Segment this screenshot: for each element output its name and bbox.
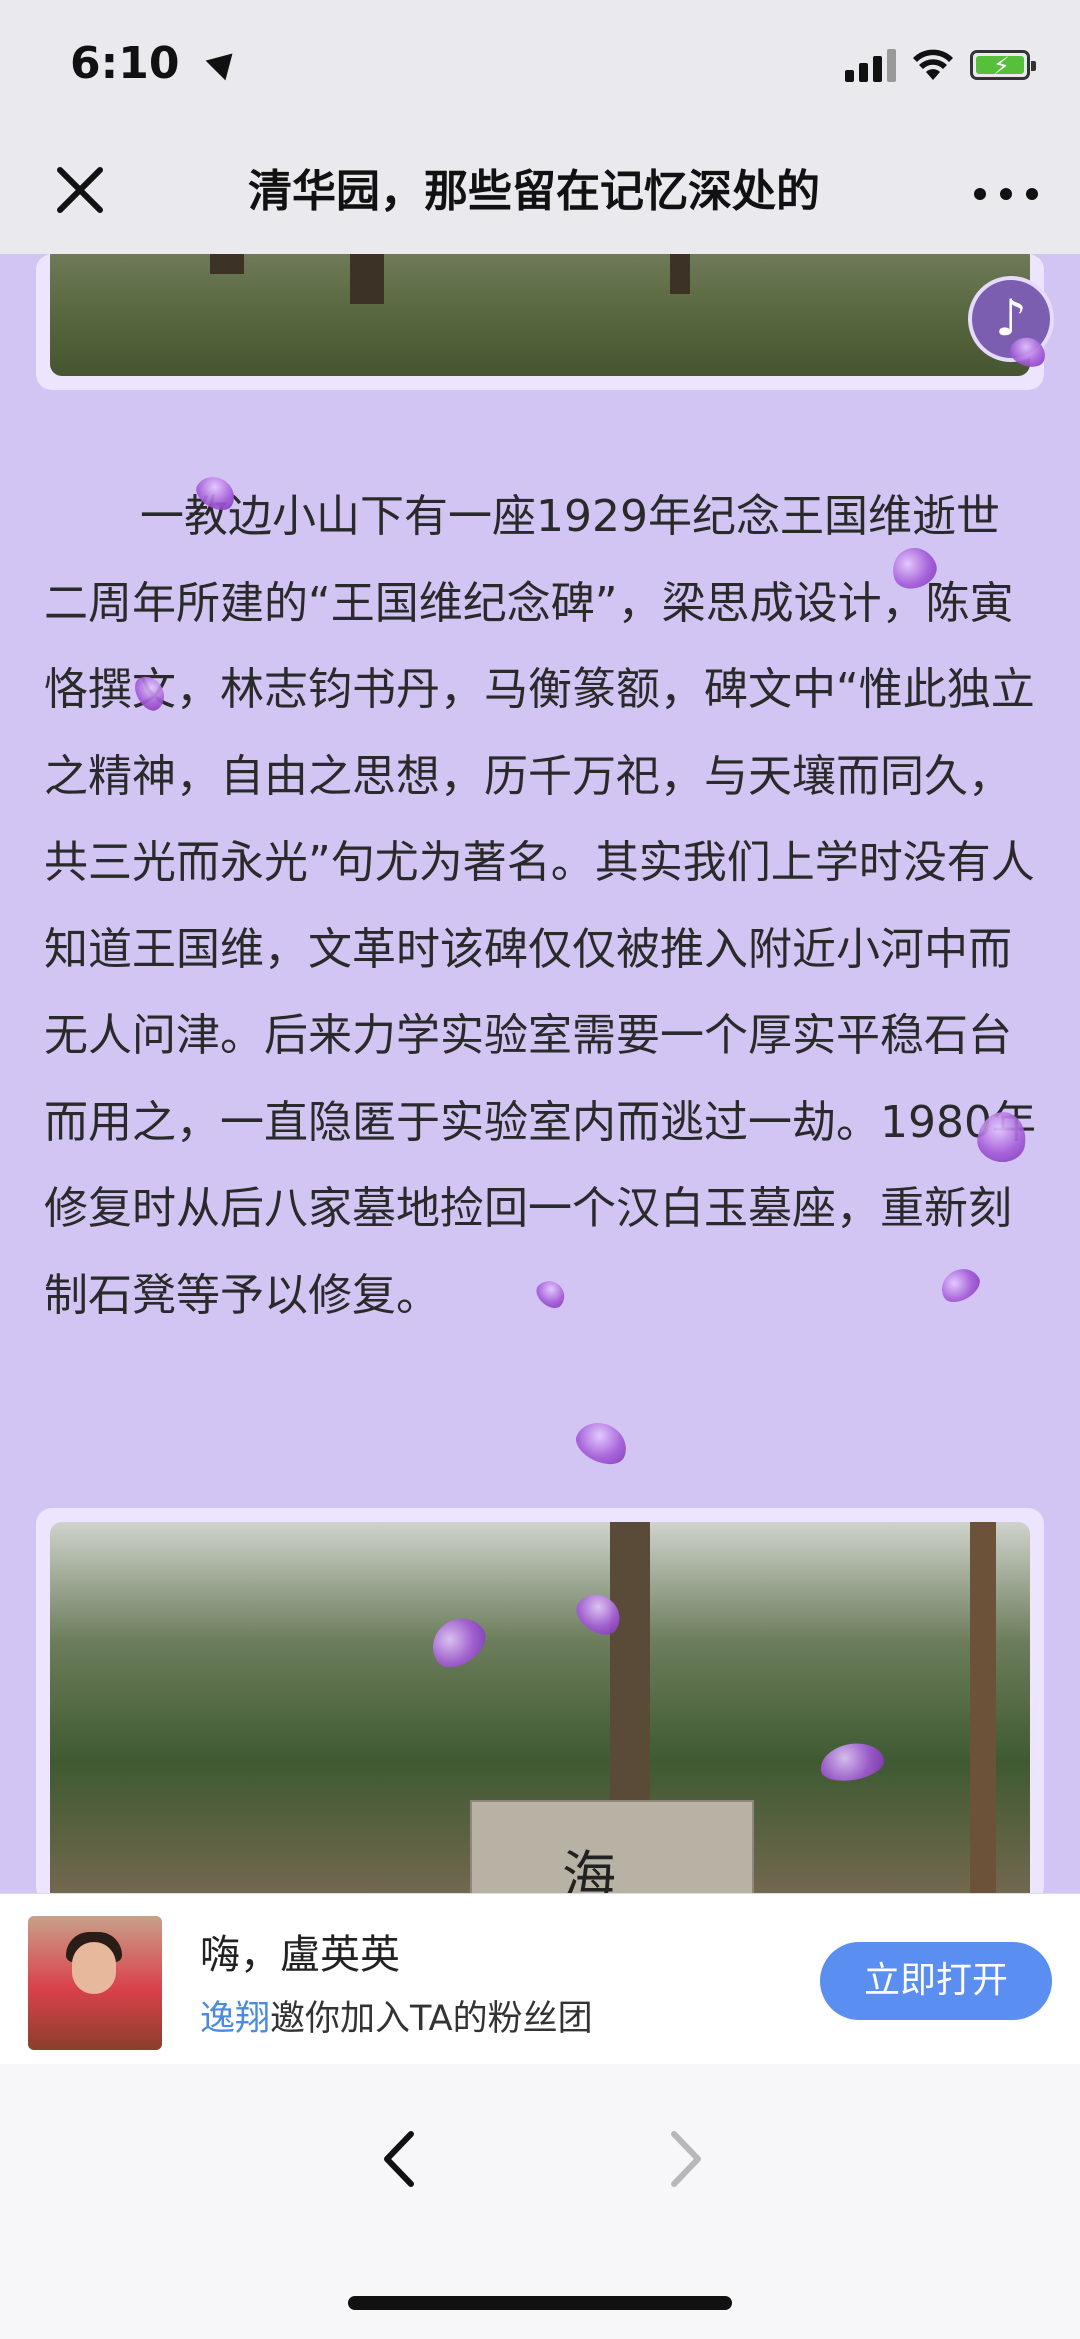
more-options-icon[interactable] [966, 180, 1046, 204]
forward-arrow-icon[interactable] [660, 2124, 710, 2194]
photo-bottom-frame: 海 [36, 1508, 1044, 1903]
location-arrow-icon [205, 43, 243, 81]
petal-decoration [570, 1414, 634, 1472]
article-body: 一教边小山下有一座1929年纪念王国维逝世二周年所建的“王国维纪念碑”，梁思成设… [44, 474, 1039, 1339]
back-arrow-icon[interactable] [375, 2124, 425, 2194]
home-indicator[interactable] [348, 2296, 732, 2310]
photo-top-frame [36, 254, 1044, 390]
open-now-button[interactable]: 立即打开 [820, 1942, 1052, 2020]
bottom-navigation [0, 2064, 1080, 2339]
page-title: 清华园，那些留在记忆深处的 [248, 166, 820, 217]
greeting-text: 嗨，盧英英 [200, 1932, 400, 1978]
close-icon[interactable] [52, 162, 108, 218]
campus-trees-photo [50, 254, 1030, 376]
article-paragraph: 一教边小山下有一座1929年纪念王国维逝世二周年所建的“王国维纪念碑”，梁思成设… [44, 491, 1036, 1321]
battery-icon: ⚡ [970, 50, 1036, 80]
invite-message: 邀你加入TA的粉丝团 [270, 1999, 593, 2039]
status-time: 6:10 [70, 38, 180, 89]
invite-text: 逸翔邀你加入TA的粉丝团 [200, 1990, 593, 2041]
stele-stone: 海 [470, 1800, 754, 1903]
inviter-name-link[interactable]: 逸翔 [200, 1999, 270, 2039]
cellular-signal-icon [845, 48, 897, 82]
navigation-bar: 清华园，那些留在记忆深处的 [0, 130, 1080, 254]
memorial-stele-photo: 海 [50, 1522, 1030, 1903]
avatar [28, 1916, 162, 2050]
wifi-icon [913, 49, 953, 80]
status-bar: 6:10 ⚡ [0, 0, 1080, 130]
fan-club-banner: 嗨，盧英英 逸翔邀你加入TA的粉丝团 立即打开 [0, 1893, 1080, 2065]
